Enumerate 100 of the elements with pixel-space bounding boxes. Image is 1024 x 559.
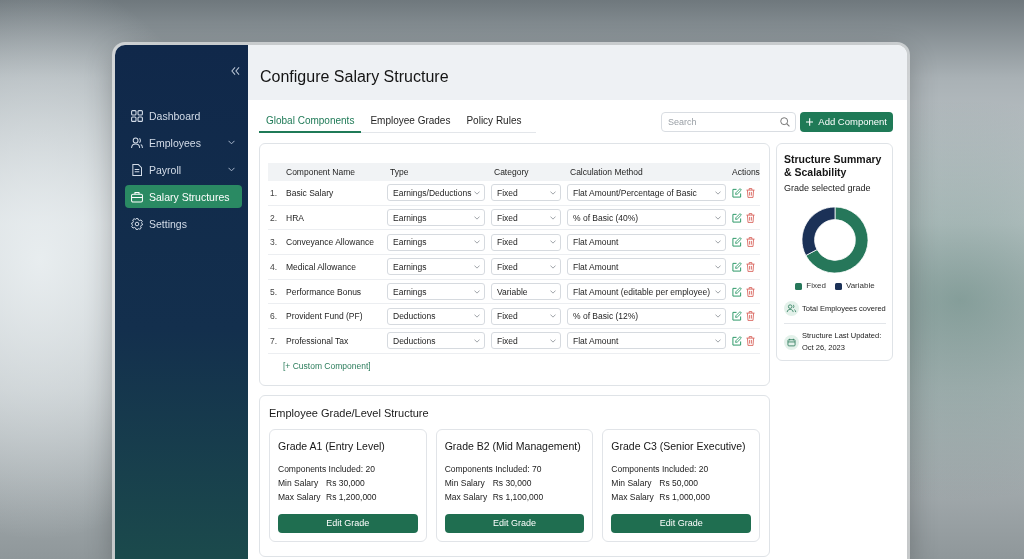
component-name: Conveyance Allowance [285, 237, 375, 248]
grid-icon [131, 109, 143, 122]
field-label: Max Salary [611, 490, 655, 504]
sidebar-item[interactable]: Dashboard [125, 104, 242, 127]
category-dropdown[interactable]: Fixed [491, 307, 561, 325]
section-title: Employee Grade/Level Structure [269, 405, 430, 420]
field-label: Max Salary [444, 490, 489, 504]
field-label: Min Salary [278, 476, 320, 490]
chevron-down-icon [715, 289, 721, 294]
chevron-down-icon [550, 264, 556, 269]
calendar-icon [784, 334, 799, 350]
type-dropdown[interactable]: Deductions [387, 307, 485, 325]
category-dropdown[interactable]: Variable [491, 283, 561, 301]
chevron-down-icon [715, 190, 721, 195]
edit-icon[interactable] [732, 237, 742, 248]
calculation-method-dropdown[interactable]: Flat Amount [567, 258, 726, 276]
users-icon [131, 136, 143, 149]
legend-label: Variable [845, 280, 875, 292]
users-icon [784, 301, 799, 316]
edit-icon[interactable] [732, 212, 742, 223]
plus-icon [806, 117, 814, 126]
edit-icon[interactable] [732, 261, 742, 272]
field-value: Rs 1,200,000 [326, 490, 377, 504]
trash-icon[interactable] [746, 237, 755, 248]
calculation-method-dropdown[interactable]: % of Basic (12%) [567, 307, 726, 325]
trash-icon[interactable] [746, 311, 755, 322]
calculation-method-dropdown[interactable]: Flat Amount (editable per employee) [567, 283, 726, 301]
field-value: Rs 30,000 [326, 476, 365, 490]
trash-icon[interactable] [746, 261, 755, 272]
field-label: Max Salary [278, 490, 322, 504]
collapse-icon[interactable] [231, 67, 240, 75]
chevron-down-icon [474, 190, 481, 195]
calculation-method-dropdown[interactable]: Flat Amount/Percentage of Basic [567, 184, 726, 202]
chevron-down-icon [550, 240, 556, 245]
chevron-down-icon [715, 264, 721, 269]
calculation-method-dropdown[interactable]: Flat Amount [567, 233, 726, 251]
category-dropdown[interactable]: Fixed [491, 332, 561, 350]
calculation-method-dropdown[interactable]: % of Basic (40%) [567, 209, 726, 227]
category-dropdown[interactable]: Fixed [491, 258, 561, 276]
type-dropdown[interactable]: Earnings [387, 209, 485, 227]
search-icon[interactable] [780, 116, 790, 127]
column-header: Component Name [285, 167, 356, 177]
trash-icon[interactable] [746, 286, 755, 297]
chevron-down-icon [715, 314, 721, 319]
category-dropdown[interactable]: Fixed [491, 233, 561, 251]
chevron-down-icon [474, 264, 480, 269]
trash-icon[interactable] [746, 212, 755, 223]
variable-slice [801, 206, 836, 256]
summary-title: Structure Summary & Scalability [784, 153, 883, 179]
edit-grade-button[interactable]: Edit Grade [611, 513, 751, 533]
field-value: Rs 1,000,000 [659, 490, 710, 504]
row-number: 7. [269, 335, 279, 346]
column-header: Type [389, 167, 410, 177]
component-name: Professional Tax [285, 335, 350, 346]
field-value: Rs 30,000 [492, 476, 532, 490]
edit-icon[interactable] [732, 311, 742, 322]
type-dropdown[interactable]: Earnings/Deductions [387, 184, 485, 202]
trash-icon[interactable] [746, 187, 755, 198]
custom-component-link[interactable]: [+ Custom Component] [283, 360, 371, 371]
calculation-method-dropdown[interactable]: Flat Amount [567, 332, 726, 350]
category-dropdown[interactable]: Fixed [491, 209, 561, 227]
sidebar-item[interactable]: Payroll [125, 158, 242, 181]
grade-title: Grade C3 (Senior Executive) [611, 438, 747, 453]
sidebar-item[interactable]: Employees [125, 131, 242, 154]
summary-subtitle: Grade selected grade [784, 182, 872, 194]
tab[interactable]: Global Components [259, 110, 362, 133]
add-component-button[interactable]: Add Component [800, 111, 893, 132]
component-name: HRA [285, 212, 305, 223]
field-label: Min Salary [444, 476, 486, 490]
type-dropdown[interactable]: Earnings [387, 258, 485, 276]
chevron-down-icon [715, 240, 721, 245]
tab[interactable]: Employee Grades [363, 110, 458, 133]
components-count: Components Included: 20 [611, 462, 710, 476]
chevron-down-icon [550, 289, 556, 294]
edit-grade-button[interactable]: Edit Grade [444, 513, 585, 533]
fixed-slice [805, 206, 869, 274]
component-name: Basic Salary [285, 187, 335, 198]
edit-icon[interactable] [732, 335, 742, 346]
sidebar-item[interactable]: Salary Structures [125, 185, 242, 208]
field-label: Min Salary [611, 476, 653, 490]
type-dropdown[interactable]: Earnings [387, 233, 485, 251]
chevron-down-icon [474, 338, 480, 343]
tab[interactable]: Policy Rules [459, 110, 529, 133]
sidebar-item[interactable]: Settings [125, 212, 242, 235]
type-dropdown[interactable]: Deductions [387, 332, 485, 350]
component-name: Performance Bonus [285, 286, 363, 297]
search-field[interactable]: Search [661, 111, 796, 132]
category-dropdown[interactable]: Fixed [491, 184, 561, 202]
edit-icon[interactable] [732, 187, 742, 198]
edit-icon[interactable] [732, 286, 742, 297]
component-name: Medical Allowance [285, 261, 357, 272]
chevron-down-icon [474, 240, 480, 245]
chevron-down-icon [550, 338, 556, 343]
edit-grade-button[interactable]: Edit Grade [278, 513, 418, 533]
type-dropdown[interactable]: Earnings [387, 283, 485, 301]
trash-icon[interactable] [746, 335, 755, 346]
component-name: Provident Fund (PF) [285, 311, 364, 322]
row-number: 3. [269, 237, 279, 248]
document-icon [131, 163, 143, 176]
chevron-down-icon [715, 338, 721, 343]
